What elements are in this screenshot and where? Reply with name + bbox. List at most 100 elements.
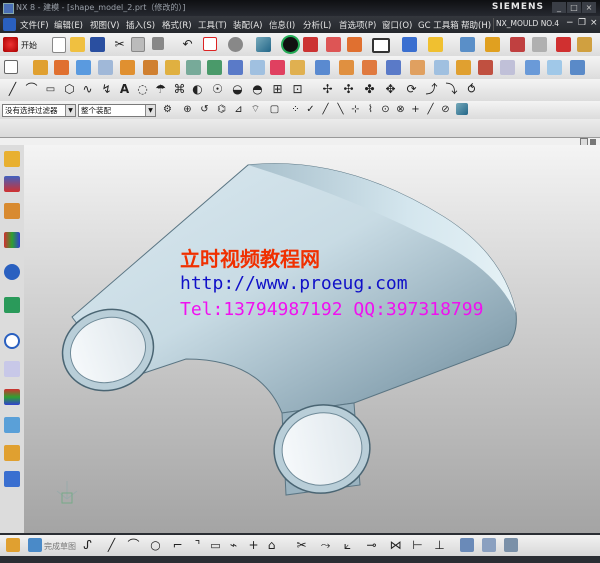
feature-curve-icon[interactable]: ↺: [197, 102, 212, 117]
swept-icon[interactable]: [547, 60, 562, 75]
line-icon[interactable]: ╱: [5, 82, 20, 97]
select-all-icon[interactable]: ⊕: [180, 102, 195, 117]
text-icon[interactable]: A: [117, 82, 132, 97]
menu-restore-icon[interactable]: ❐: [578, 18, 586, 28]
filter-settings-icon[interactable]: ⚙: [160, 102, 175, 117]
fillet-curve-icon[interactable]: ⤴: [424, 82, 439, 97]
background-icon[interactable]: [372, 38, 390, 53]
assembly-nav-icon[interactable]: [460, 37, 475, 52]
sketch-line-icon[interactable]: ╱: [104, 538, 119, 553]
sketch-chamfer-icon[interactable]: ⌝: [190, 538, 205, 553]
quick-trim-icon[interactable]: ✂: [294, 538, 309, 553]
paste-icon[interactable]: [152, 37, 164, 50]
extract-curve-icon[interactable]: ◓: [250, 82, 265, 97]
box-select-icon[interactable]: ▢: [267, 102, 282, 117]
control-point-snap-icon[interactable]: ╱: [318, 102, 333, 117]
quadrant-snap-icon[interactable]: ⌇: [363, 102, 378, 117]
system-materials-icon[interactable]: [4, 389, 20, 405]
wrap-curve-icon[interactable]: ⊡: [290, 82, 305, 97]
spline-icon[interactable]: ∿: [80, 82, 95, 97]
bounded-grid-snap-icon[interactable]: ╱: [423, 102, 438, 117]
palette-icon[interactable]: [4, 471, 20, 487]
graphics-window[interactable]: 立时视频教程网 http://www.proeug.com Tel:137949…: [24, 145, 600, 533]
undo-icon[interactable]: ↶: [180, 37, 195, 52]
menu-edit[interactable]: 编辑(E): [54, 19, 83, 31]
open-folder-icon[interactable]: [70, 37, 85, 52]
auto-constrain-icon[interactable]: [460, 538, 474, 552]
minimize-button[interactable]: _: [552, 2, 566, 13]
smooth-curve-icon[interactable]: ⥀: [464, 82, 479, 97]
split-body-icon[interactable]: [410, 60, 425, 75]
rectangle-icon[interactable]: ▭: [43, 82, 58, 97]
orient-view-icon[interactable]: [228, 37, 243, 52]
finish-sketch-label[interactable]: 完成草图: [44, 541, 76, 552]
offset-sketch-icon[interactable]: ⊸: [364, 538, 379, 553]
constraint-navigator-icon[interactable]: [4, 176, 20, 192]
extrude-icon[interactable]: [33, 60, 48, 75]
sketch-settings-icon[interactable]: [504, 538, 518, 552]
intersect-icon[interactable]: [250, 60, 265, 75]
block-icon[interactable]: [76, 60, 91, 75]
type-filter-dropdown[interactable]: 没有选择过滤器 ▼: [2, 104, 76, 117]
sketch-circle-icon[interactable]: ○: [148, 538, 163, 553]
finish-sketch-icon[interactable]: [28, 538, 42, 552]
reuse-library-icon[interactable]: [4, 232, 20, 248]
helix-icon[interactable]: ↯: [99, 82, 114, 97]
maximize-button[interactable]: □: [567, 2, 581, 13]
menu-insert[interactable]: 插入(S): [126, 19, 155, 31]
roles-icon[interactable]: [4, 417, 20, 433]
draft-icon[interactable]: [339, 60, 354, 75]
offset-curve-icon[interactable]: ◌: [135, 82, 150, 97]
hole-icon[interactable]: [120, 60, 135, 75]
sketch-arc-icon[interactable]: ⌒: [126, 538, 141, 553]
curve-length-icon[interactable]: ✤: [362, 82, 377, 97]
show-constraints-icon[interactable]: [482, 538, 496, 552]
history-icon[interactable]: [4, 297, 20, 313]
pad-icon[interactable]: [186, 60, 201, 75]
sketch-task-icon[interactable]: [6, 538, 20, 552]
sketch-ellipse-icon[interactable]: ⌂: [264, 538, 279, 553]
render-style-icon[interactable]: [283, 37, 298, 52]
layer-icon[interactable]: [347, 37, 362, 52]
intersection-snap-icon[interactable]: ╲: [333, 102, 348, 117]
menu-help[interactable]: 帮助(H): [461, 19, 491, 31]
mid-point-snap-icon[interactable]: ✓: [303, 102, 318, 117]
close-button[interactable]: ×: [582, 2, 596, 13]
menu-view[interactable]: 视图(V): [90, 19, 119, 31]
constraints-icon[interactable]: ⊥: [432, 538, 447, 553]
menu-information[interactable]: 信息(I): [269, 19, 295, 31]
quick-extend-icon[interactable]: ⤳: [318, 538, 333, 553]
shell-icon[interactable]: [315, 60, 330, 75]
mirror-sketch-icon[interactable]: ⋈: [388, 538, 403, 553]
menu-gc-toolkit[interactable]: GC 工具箱: [418, 19, 459, 31]
snap-toggle-icon[interactable]: ⊘: [438, 102, 453, 117]
clock-history-icon[interactable]: [4, 333, 20, 349]
sketch-point-icon[interactable]: +: [246, 538, 261, 553]
web-browser-icon[interactable]: [4, 264, 20, 280]
cylinder-icon[interactable]: [98, 60, 113, 75]
mould-wizard-icon[interactable]: [556, 37, 571, 52]
new-file-icon[interactable]: [52, 37, 66, 53]
bridge-curve-icon[interactable]: ☂: [153, 82, 168, 97]
polygon-icon[interactable]: ⬡: [62, 82, 77, 97]
menu-format[interactable]: 格式(R): [162, 19, 192, 31]
unite-icon[interactable]: [207, 60, 222, 75]
intersection-curve-icon[interactable]: ☉: [210, 82, 225, 97]
cut-icon[interactable]: ✂: [112, 37, 127, 52]
solid-body-filter-icon[interactable]: [456, 103, 468, 115]
sketch-polygon-icon[interactable]: ⌁: [226, 538, 241, 553]
user-roles-icon[interactable]: [4, 445, 20, 461]
chamfer-curve-icon[interactable]: ⤵: [444, 82, 459, 97]
profile-icon[interactable]: ᔑ: [80, 538, 95, 553]
assembly-navigator-icon[interactable]: [4, 151, 20, 167]
save-icon[interactable]: [90, 37, 105, 52]
section-view-icon[interactable]: [303, 37, 318, 52]
revolve-icon[interactable]: [54, 60, 69, 75]
wcs-icon[interactable]: [485, 37, 500, 52]
make-corner-icon[interactable]: ⟀: [340, 538, 355, 553]
selection-scope-dropdown[interactable]: 整个装配 ▼: [78, 104, 156, 117]
existing-point-snap-icon[interactable]: ⊙: [378, 102, 393, 117]
menu-nx-mould[interactable]: NX_MOULD NO.4: [496, 19, 559, 28]
end-point-snap-icon[interactable]: ⁘: [288, 102, 303, 117]
thread-icon[interactable]: [478, 60, 493, 75]
